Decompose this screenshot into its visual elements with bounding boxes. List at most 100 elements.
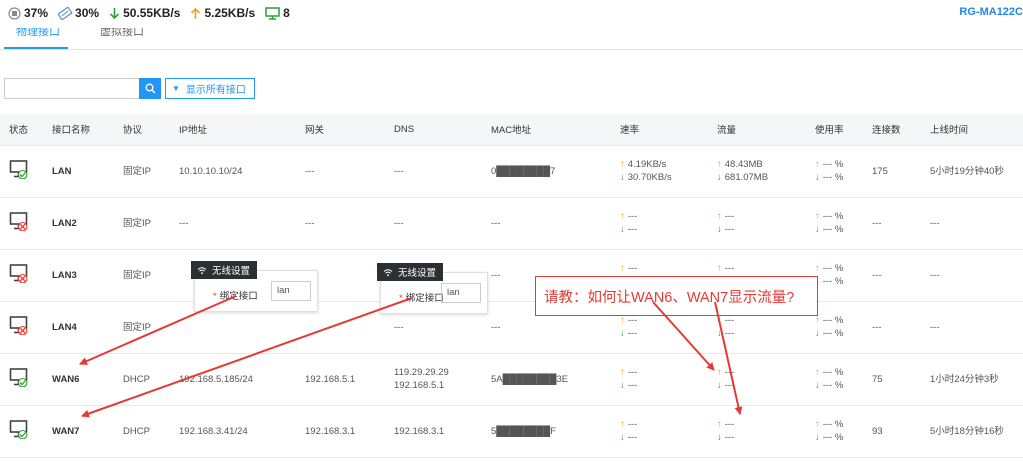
traffic-up: --- [724, 367, 735, 378]
header-name: 接口名称 [43, 114, 114, 146]
interface-name[interactable]: LAN4 [43, 301, 114, 354]
interface-name[interactable]: LAN2 [43, 197, 114, 250]
dns-primary: --- [394, 165, 404, 177]
table-row: WAN7 DHCP 192.168.3.41/24 192.168.3.1 192.16… [0, 405, 1023, 458]
table-row: LAN4 固定IP --- --- ↑ --- ↓ --- ↑ --- ↓ --- ↑ --- % ↓ ---… [0, 301, 1023, 354]
traffic-up: --- [724, 315, 735, 326]
bind-interface-field[interactable]: lan [271, 281, 311, 301]
rate-up: --- [627, 211, 638, 222]
port-online-icon [9, 368, 28, 388]
memory-stat: 30% [58, 6, 99, 20]
usage-cell: ↑--- %↓--- % [806, 145, 863, 198]
port-online-icon [9, 160, 28, 180]
mac-cell: --- [482, 197, 611, 250]
arrow-down-icon: ↓ [815, 380, 820, 391]
arrow-up-icon: ↑ [717, 263, 722, 274]
popup-title-text: 无线设置 [212, 266, 251, 277]
ip-cell: 10.10.10.10/24 [170, 145, 296, 198]
chip-icon [8, 6, 21, 20]
arrow-up-icon: ↑ [815, 315, 820, 326]
interface-name[interactable]: WAN6 [43, 353, 114, 406]
search-input[interactable] [4, 78, 139, 99]
traffic-cell: ↑---↓--- [708, 197, 806, 250]
rate-cell: ↑---↓--- [611, 353, 708, 406]
bind-interface-label-text: 绑定接口 [219, 291, 258, 302]
search-button[interactable] [139, 78, 161, 99]
bind-interface-field[interactable]: lan [441, 283, 481, 303]
arrow-up-icon: ↑ [717, 419, 722, 430]
rate-cell: ↑ 4.19KB/s ↓ 30.70KB/s [611, 145, 708, 198]
arrow-down-icon: ↓ [717, 172, 722, 183]
arrow-down-icon: ↓ [815, 328, 820, 339]
table-row: LAN3固定IP---↑---↓---↑---↓---↑--- %↓--- %-… [0, 249, 1023, 302]
tab-physical[interactable]: 物理接口 [4, 28, 68, 49]
usage-up: --- % [822, 159, 844, 170]
monitor-icon [265, 6, 280, 20]
arrow-down-icon: ↓ [815, 172, 820, 183]
status-bar: 37% 30% 50.55KB/s 5.25KB/s 8 [0, 0, 1023, 26]
arrow-up-icon: ↑ [815, 263, 820, 274]
dns-primary: 192.168.3.1 [394, 425, 445, 437]
arrow-down-icon: ↓ [717, 224, 722, 235]
search-icon [145, 83, 155, 94]
tab-virtual[interactable]: 虚拟接口 [100, 28, 160, 49]
wireless-settings-popup: 无线设置 * 绑定接口 lan [377, 263, 488, 314]
port-offline-icon [9, 212, 28, 232]
arrow-down-icon: ↓ [717, 328, 722, 339]
bind-interface-label: * 绑定接口 [399, 293, 444, 304]
protocol-cell: 固定IP [114, 301, 170, 354]
usage-cell: ↑--- %↓--- % [806, 353, 863, 406]
protocol-cell: 固定IP [114, 145, 170, 198]
search-bar: ▼ 显示所有接口 [4, 78, 255, 99]
usage-cell: ↑--- %↓--- % [806, 405, 863, 458]
dns-cell: 119.29.29.29 192.168.5.1 [385, 353, 482, 406]
connections-cell: 75 [863, 353, 921, 406]
show-all-interfaces-dropdown[interactable]: ▼ 显示所有接口 [165, 78, 255, 99]
arrow-down-icon: ↓ [620, 224, 625, 235]
connections-cell: --- [863, 197, 921, 250]
rate-up: --- [627, 367, 638, 378]
usage-up: --- % [822, 315, 844, 326]
usage-down: --- % [822, 172, 844, 183]
wireless-settings-popup: 无线设置 * 绑定接口 lan [191, 261, 318, 312]
popup-title: 无线设置 [377, 263, 444, 281]
rate-down: --- [627, 432, 638, 443]
bind-interface-label: * 绑定接口 [213, 291, 258, 302]
gateway-cell: 192.168.3.1 [296, 405, 385, 458]
port-offline-icon [9, 316, 28, 336]
table-row: WAN6 DHCP 192.168.5.185/24 192.168.5.1 119.2… [0, 353, 1023, 406]
interface-name[interactable]: LAN3 [43, 249, 114, 302]
header-usage: 使用率 [806, 114, 863, 146]
devices-stat: 8 [265, 6, 290, 20]
arrow-down-icon: ↓ [815, 432, 820, 443]
arrow-down-icon: ↓ [815, 224, 820, 235]
wifi-icon [197, 266, 207, 274]
header-protocol: 协议 [114, 114, 170, 146]
memory-icon [58, 6, 73, 20]
arrow-up-icon: ↑ [717, 367, 722, 378]
protocol-cell: DHCP [114, 405, 170, 458]
table-header: 状态 接口名称 协议 IP地址 网关 DNS MAC地址 速率 流量 使用率 连… [0, 114, 1023, 146]
rate-cell: ↑---↓--- [611, 197, 708, 250]
gateway-cell: --- [296, 145, 385, 198]
header-ip: IP地址 [170, 114, 296, 146]
gateway-cell: 192.168.5.1 [296, 353, 385, 406]
status-cell [0, 405, 43, 458]
arrow-up-icon: ↑ [620, 211, 625, 222]
port-online-icon [9, 420, 28, 440]
rate-up: 4.19KB/s [627, 159, 667, 170]
dns-secondary: 192.168.5.1 [394, 380, 445, 391]
memory-value: 30% [75, 6, 100, 20]
arrow-up-icon: ↑ [717, 315, 722, 326]
header-gateway: 网关 [296, 114, 385, 146]
interface-name[interactable]: WAN7 [43, 405, 114, 458]
popup-title: 无线设置 [191, 261, 258, 279]
online-time-cell: --- [921, 249, 1023, 302]
download-value: 50.55KB/s [123, 6, 181, 20]
device-model-link[interactable]: RG-MA122C [959, 6, 1023, 18]
arrow-up-icon: ↑ [815, 159, 820, 170]
traffic-down: 681.07MB [724, 172, 769, 183]
popup-title-text: 无线设置 [398, 268, 437, 279]
gateway-cell: --- [296, 197, 385, 250]
interface-name[interactable]: LAN [43, 145, 114, 198]
